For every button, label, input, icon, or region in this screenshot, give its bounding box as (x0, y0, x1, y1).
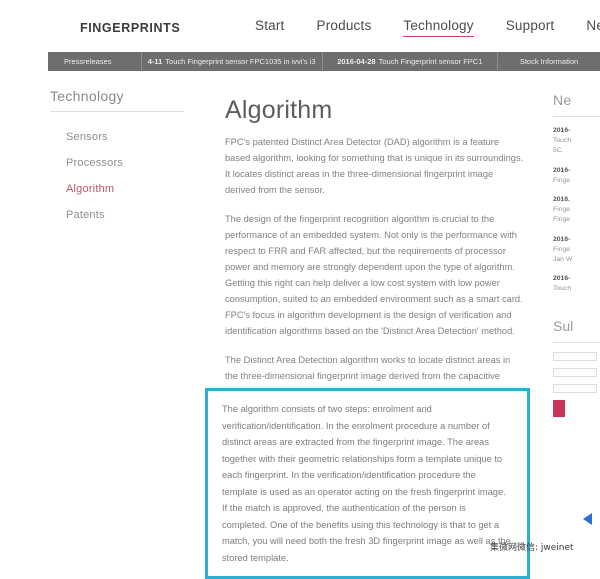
nav-item-technology[interactable]: Technology (403, 18, 474, 37)
site-logo[interactable]: FINGERPRINTS (80, 21, 180, 35)
ticker-item-2-date: 2016-04-28 (337, 57, 376, 66)
subscribe-title: Sul (553, 318, 574, 335)
news-entry-line2: Jan W (553, 255, 573, 263)
ticker-stock-information[interactable]: Stock Information (498, 52, 600, 71)
highlighted-text-box: The algorithm consists of two steps: enr… (205, 388, 530, 579)
ticker-label-pressreleases[interactable]: Pressreleases (48, 52, 142, 71)
news-entry[interactable]: 2016- Touch 5C. (553, 126, 600, 157)
sidebar-item-processors[interactable]: Processors (46, 150, 206, 176)
news-entry-line1: Touch (553, 137, 572, 145)
news-entry-date: 2016. (553, 195, 571, 203)
right-sidebar: Ne 2016- Touch 5C. 2016- Finge 2016. Fin… (553, 92, 600, 418)
news-entry[interactable]: 2016. Finge Finge (553, 195, 600, 226)
ticker-item-1-text: Touch Fingerprint sensor FPC1035 in ivvi… (165, 57, 316, 66)
left-sidebar: Technology Sensors Processors Algorithm … (46, 88, 206, 228)
news-entry[interactable]: 2016- Finge (553, 166, 600, 186)
ticker-item-1-date: 4-11 (147, 57, 163, 66)
main-content: Algorithm FPC's patented Distinct Area D… (225, 96, 525, 430)
page-title: Algorithm (225, 96, 333, 124)
paragraph-intro: FPC's patented Distinct Area Detector (D… (225, 137, 524, 195)
cursor-arrow-icon (583, 513, 592, 525)
ticker-item-2-text: Touch Fingerprint sensor FPC1 (378, 57, 483, 66)
news-entry-line1: Touch (553, 285, 572, 293)
news-entry-line2: 5C. (553, 147, 564, 155)
news-entry-line1: Finge (553, 176, 571, 184)
news-entry-date: 2016- (553, 235, 571, 243)
nav-item-support[interactable]: Support (506, 18, 555, 36)
sidebar-divider (50, 111, 184, 112)
main-navigation: Start Products Technology Support News (255, 18, 600, 37)
paragraph-design: The design of the fingerprint recognitio… (225, 213, 523, 336)
nav-item-products[interactable]: Products (317, 18, 372, 36)
sidebar-item-algorithm[interactable]: Algorithm (46, 176, 206, 202)
site-header: FINGERPRINTS Start Products Technology S… (0, 0, 600, 50)
ticker-item-2[interactable]: 2016-04-28 Touch Fingerprint sensor FPC1 (323, 52, 499, 71)
sidebar-item-patents[interactable]: Patents (46, 202, 206, 228)
subscribe-input-3[interactable] (553, 384, 597, 394)
subscribe-divider (553, 342, 600, 344)
subscribe-submit-button[interactable] (553, 400, 565, 418)
sidebar-item-sensors[interactable]: Sensors (46, 124, 206, 150)
news-entry[interactable]: 2016- Finge Jan W (553, 235, 600, 266)
nav-item-news[interactable]: News (586, 18, 600, 36)
watermark: 集微网微信: jweinet (490, 543, 574, 553)
news-entry-date: 2016- (553, 275, 571, 283)
news-entry[interactable]: 2016- Touch (553, 274, 600, 294)
news-entry-date: 2016- (553, 166, 571, 174)
news-entry-line1: Finge (553, 206, 571, 214)
news-ticker-bar: Pressreleases 4-11 Touch Fingerprint sen… (48, 52, 600, 71)
subscribe-input-2[interactable] (553, 368, 597, 378)
news-entry-line1: Finge (553, 245, 571, 253)
right-sidebar-divider (553, 116, 600, 117)
nav-item-start[interactable]: Start (255, 18, 285, 36)
news-entry-date: 2016- (553, 127, 571, 134)
right-sidebar-news-title: Ne (553, 92, 572, 108)
subscribe-input-1[interactable] (553, 352, 597, 362)
ticker-item-1[interactable]: 4-11 Touch Fingerprint sensor FPC1035 in… (142, 52, 323, 71)
sidebar-title: Technology (50, 88, 124, 104)
news-entry-line2: Finge (553, 216, 571, 224)
paragraph-highlighted: The algorithm consists of two steps: enr… (222, 404, 511, 563)
